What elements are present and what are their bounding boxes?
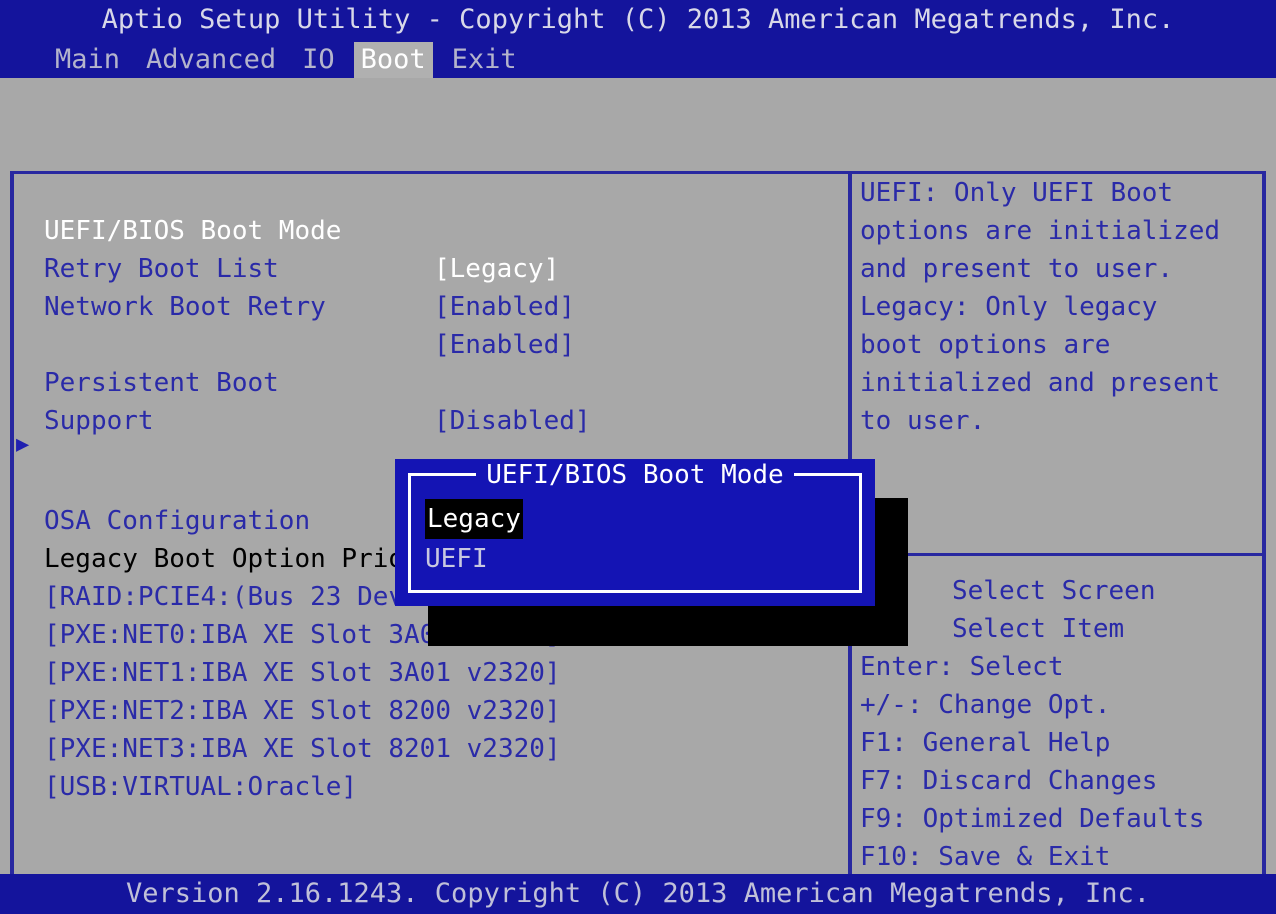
popup-option-row[interactable]: UEFI xyxy=(425,539,523,579)
boot-option-label: [USB:VIRTUAL:Oracle] xyxy=(44,772,358,802)
legend-general-help: F1: General Help xyxy=(860,728,1111,758)
submenu-arrow-icon: ▶ xyxy=(16,432,30,457)
help-text-line: UEFI: Only UEFI Boot xyxy=(860,178,1174,208)
popup-title-text: UEFI/BIOS Boot Mode xyxy=(476,460,794,490)
help-text-line: to user. xyxy=(860,406,986,436)
help-text-line: boot options are xyxy=(860,330,1111,360)
spacer-row xyxy=(14,288,846,326)
legend-action: Select Screen xyxy=(952,576,1156,606)
help-panel: UEFI: Only UEFI Boot options are initial… xyxy=(856,174,1268,914)
bios-setup-screen: Aptio Setup Utility - Copyright (C) 2013… xyxy=(0,0,1276,914)
legend-enter-select: Enter: Select xyxy=(860,652,1064,682)
tab-boot[interactable]: Boot xyxy=(353,42,433,78)
tab-main[interactable]: Main xyxy=(48,42,127,78)
boot-option-row-pxe-net2[interactable]: [PXE:NET2:IBA XE Slot 8200 v2320] xyxy=(14,654,846,726)
setting-row-support-continuation: Support xyxy=(14,364,846,436)
setting-row-retry-boot-list[interactable]: Retry Boot List [Enabled] xyxy=(14,212,846,322)
tab-io[interactable]: IO xyxy=(295,42,342,78)
legend-change-opt: +/-: Change Opt. xyxy=(860,690,1111,720)
help-text-line: Legacy: Only legacy xyxy=(860,292,1158,322)
help-text-line: options are initialized xyxy=(860,216,1221,246)
setting-row-persistent-boot-support[interactable]: Persistent Boot [Disabled] xyxy=(14,326,846,436)
window-title: Aptio Setup Utility - Copyright (C) 2013… xyxy=(0,0,1276,40)
spacer-row xyxy=(14,402,846,426)
legend-select-item: Select Item xyxy=(856,610,1268,648)
boot-option-row-pxe-net3[interactable]: [PXE:NET3:IBA XE Slot 8201 v2320] xyxy=(14,692,846,764)
tab-exit[interactable]: Exit xyxy=(445,42,524,78)
popup-option-legacy[interactable]: Legacy xyxy=(425,499,523,539)
legend-optimized-defaults: F9: Optimized Defaults xyxy=(860,804,1205,834)
legend-select-screen: Select Screen xyxy=(856,572,1268,610)
help-separator xyxy=(856,553,1262,556)
popup-option-row[interactable]: Legacy xyxy=(425,499,523,539)
legend-discard-changes: F7: Discard Changes xyxy=(860,766,1158,796)
boot-mode-popup: UEFI/BIOS Boot Mode Legacy UEFI xyxy=(395,459,875,606)
key-legend: Select Screen Select Item Enter: Select … xyxy=(856,572,1268,914)
legend-save-exit: F10: Save & Exit xyxy=(860,842,1111,872)
popup-title: UEFI/BIOS Boot Mode xyxy=(395,459,875,491)
menu-bar: Main Advanced IO Boot Exit xyxy=(0,42,1276,78)
boot-option-row-usb-virtual-oracle[interactable]: [USB:VIRTUAL:Oracle] xyxy=(14,730,846,802)
version-footer: Version 2.16.1243. Copyright (C) 2013 Am… xyxy=(0,874,1276,914)
content-area: UEFI/BIOS Boot Mode [Legacy] Retry Boot … xyxy=(0,78,1276,914)
popup-option-list: Legacy UEFI xyxy=(425,499,523,579)
help-text-line: and present to user. xyxy=(860,254,1174,284)
popup-option-uefi[interactable]: UEFI xyxy=(425,539,523,579)
legend-action: Select Item xyxy=(952,614,1125,644)
setting-row-uefi-bios-boot-mode[interactable]: UEFI/BIOS Boot Mode [Legacy] xyxy=(14,174,846,284)
help-text-line: initialized and present xyxy=(860,368,1221,398)
tab-advanced[interactable]: Advanced xyxy=(139,42,283,78)
setting-row-network-boot-retry[interactable]: Network Boot Retry [Enabled] xyxy=(14,250,846,360)
